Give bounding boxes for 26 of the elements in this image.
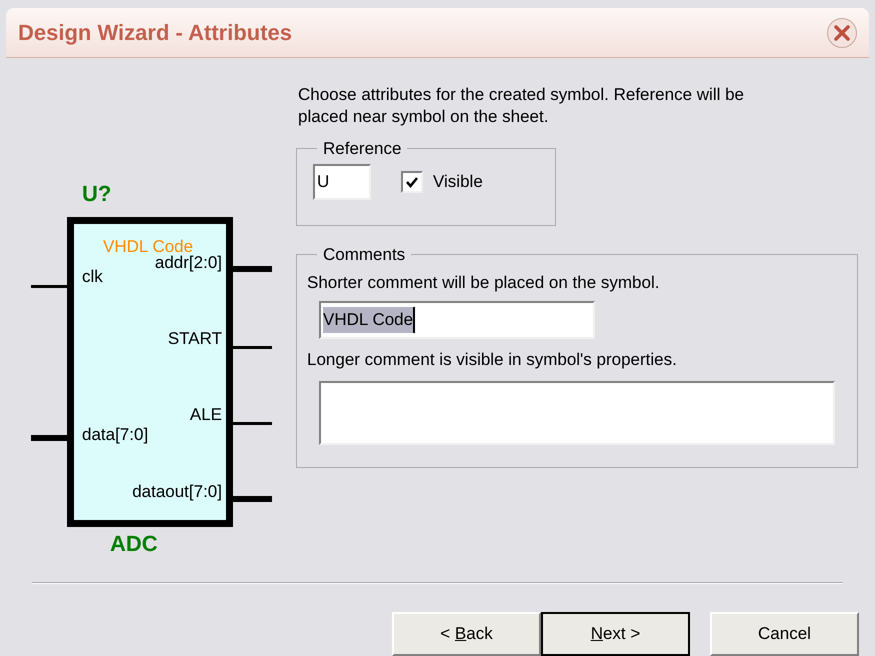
pin-label: START bbox=[168, 330, 222, 347]
dialog-button[interactable]: Cancel bbox=[710, 612, 859, 656]
long-comment-field[interactable] bbox=[319, 380, 835, 444]
reference-field[interactable]: U bbox=[313, 164, 371, 200]
dialog-button[interactable]: Next > bbox=[541, 612, 690, 656]
pin-label: addr[2:0] bbox=[154, 254, 222, 271]
short-comment-hint: Shorter comment will be placed on the symbol. bbox=[307, 272, 660, 294]
pin-label: clk bbox=[82, 268, 103, 285]
close-button[interactable] bbox=[827, 18, 857, 48]
comment-label: VHDL Code bbox=[103, 238, 194, 255]
instructions-text: Choose attributes for the created symbol. Reference will be placed near symbol on the sheet. bbox=[298, 84, 746, 128]
symbol-name: ADC bbox=[110, 533, 158, 555]
group-title: Comments bbox=[322, 244, 406, 266]
visible-label: Visible bbox=[433, 170, 483, 193]
pin-label: dataout[7:0] bbox=[132, 483, 222, 500]
dialog-button[interactable]: < Back bbox=[392, 612, 541, 656]
visible-checkbox[interactable] bbox=[401, 170, 423, 192]
reference-label: U? bbox=[82, 183, 112, 205]
window-title: Design Wizard - Attributes bbox=[18, 19, 292, 47]
group-title: Reference bbox=[322, 138, 402, 160]
long-comment-hint: Longer comment is visible in symbol's properties. bbox=[307, 349, 678, 371]
pin-label: data[7:0] bbox=[82, 426, 148, 443]
pin-label: ALE bbox=[190, 406, 222, 423]
close-icon bbox=[833, 24, 851, 42]
check-icon bbox=[405, 174, 419, 188]
short-comment-field[interactable]: VHDL Code bbox=[319, 301, 595, 339]
